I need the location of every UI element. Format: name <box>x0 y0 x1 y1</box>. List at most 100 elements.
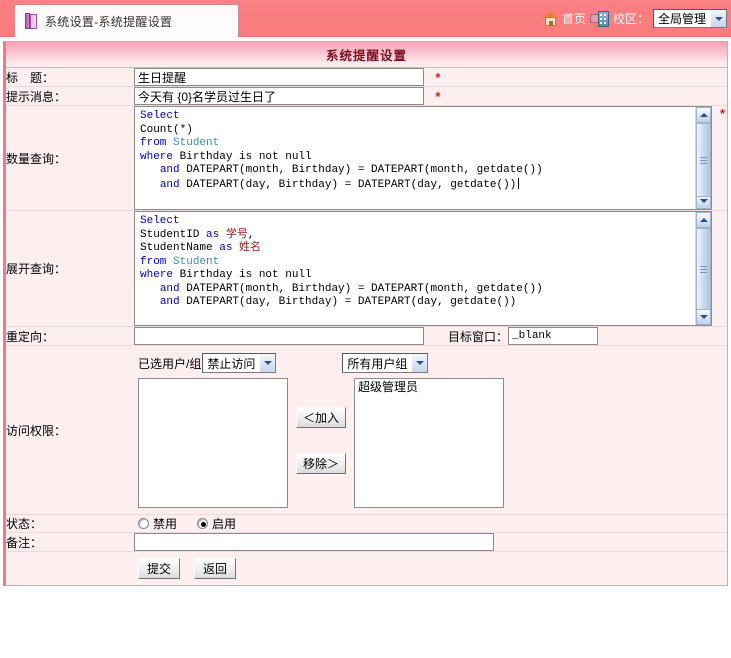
chevron-down-icon[interactable] <box>411 354 427 372</box>
remove-button[interactable]: 移除＞ <box>296 453 346 474</box>
reminder-settings-form: 标 题： * 提示消息： * 数量查询： <box>6 68 727 585</box>
permission-picker-body: ＜加入 移除＞ 超级管理员 <box>134 378 727 508</box>
permission-picker-header: 已选用户/组 禁止访问 所有用户组 <box>134 352 727 374</box>
sql-token: as <box>206 229 219 241</box>
message-required-marker: * <box>427 89 440 104</box>
home-icon <box>542 11 559 26</box>
sql-token <box>140 296 160 308</box>
radio-circle-enable[interactable] <box>197 518 208 529</box>
count-query-label: 数量查询： <box>6 106 134 211</box>
count-query-textarea[interactable]: Select Count(*) from Student where Birth… <box>134 106 712 210</box>
message-input[interactable] <box>134 87 424 105</box>
chevron-down-icon[interactable] <box>710 10 726 27</box>
selected-users-listbox[interactable] <box>138 378 288 508</box>
redirect-field-cell: 目标窗口： <box>134 327 727 346</box>
scroll-up-icon[interactable] <box>696 107 711 123</box>
grip-icon <box>700 157 707 164</box>
back-button[interactable]: 返回 <box>194 558 236 579</box>
form-row-message: 提示消息： * <box>6 87 727 106</box>
home-link[interactable]: 首页 <box>542 10 586 27</box>
active-tab-label: 系统设置-系统提醒设置 <box>45 13 172 30</box>
count-query-code: Select Count(*) from Student where Birth… <box>135 107 711 195</box>
sql-token: DATEPART(day, Birthday) = DATEPART(day, … <box>180 296 517 308</box>
radio-circle-disable[interactable] <box>138 518 149 529</box>
scrollbar-track[interactable] <box>696 123 711 193</box>
submit-button[interactable]: 提交 <box>138 558 180 579</box>
top-bar: 系统设置-系统提醒设置 首页 校区： 全局管理 <box>0 0 731 37</box>
sql-token <box>140 179 160 191</box>
sql-token: 姓名 <box>239 242 261 254</box>
permission-picker: 已选用户/组 禁止访问 所有用户组 <box>134 346 727 514</box>
status-enable-label: 启用 <box>212 515 236 532</box>
grip-icon <box>700 266 707 273</box>
permission-action-buttons: ＜加入 移除＞ <box>288 378 354 508</box>
all-groups-value: 所有用户组 <box>343 354 411 372</box>
expand-query-textarea[interactable]: Select StudentID as 学号, StudentName as 姓… <box>134 211 712 326</box>
remark-input[interactable] <box>134 533 494 551</box>
form-row-remark: 备注： <box>6 533 727 552</box>
form-row-permission: 访问权限： 已选用户/组 禁止访问 所有用户组 <box>6 346 727 515</box>
sql-token: Student <box>173 137 219 149</box>
sql-token: , <box>248 229 255 241</box>
permission-label: 访问权限： <box>6 346 134 515</box>
sql-token: StudentID <box>140 229 206 241</box>
status-radio-disable[interactable]: 禁用 <box>138 515 177 532</box>
home-link-label: 首页 <box>562 10 586 27</box>
form-row-expand-query: 展开查询： Select StudentID as 学号, StudentNam… <box>6 211 727 327</box>
campus-select-value: 全局管理 <box>654 10 710 27</box>
scroll-up-icon[interactable] <box>696 212 711 228</box>
add-button[interactable]: ＜加入 <box>296 407 346 428</box>
all-groups-select[interactable]: 所有用户组 <box>342 353 428 373</box>
permission-field-cell: 已选用户/组 禁止访问 所有用户组 <box>134 346 727 515</box>
scroll-down-icon[interactable] <box>696 309 711 325</box>
target-window-label: 目标窗口： <box>448 328 508 345</box>
expand-query-field-cell: Select StudentID as 学号, StudentName as 姓… <box>134 211 727 327</box>
campus-label: 校区： <box>613 10 649 27</box>
sql-token: Birthday is not null <box>173 269 312 281</box>
status-radio-enable[interactable]: 启用 <box>197 515 236 532</box>
campus-selector-group: 校区： <box>590 10 649 27</box>
scrollbar-thumb[interactable] <box>696 123 711 197</box>
available-groups-listbox[interactable]: 超级管理员 <box>354 378 504 508</box>
scrollbar-track[interactable] <box>696 228 711 309</box>
actions-cell: 提交 返回 <box>134 552 727 586</box>
title-required-marker: * <box>427 70 440 85</box>
target-window-input[interactable] <box>508 327 598 345</box>
scrollbar-thumb[interactable] <box>696 228 711 310</box>
campus-icon <box>590 11 610 27</box>
action-buttons: 提交 返回 <box>134 552 727 585</box>
sql-token: DATEPART(month, Birthday) = DATEPART(mon… <box>180 164 543 176</box>
form-row-title: 标 题： * <box>6 68 727 87</box>
title-field-cell: * <box>134 68 727 87</box>
list-item[interactable]: 超级管理员 <box>357 380 501 395</box>
status-label: 状态： <box>6 515 134 533</box>
page-title: 系统提醒设置 <box>326 45 407 64</box>
redirect-input[interactable] <box>134 327 424 345</box>
book-icon <box>25 13 38 29</box>
expand-query-code: Select StudentID as 学号, StudentName as 姓… <box>135 212 711 313</box>
expand-query-scrollbar[interactable] <box>695 212 711 325</box>
message-field-cell: * <box>134 87 727 106</box>
status-disable-label: 禁用 <box>153 515 177 532</box>
sql-token: from <box>140 256 173 268</box>
active-tab[interactable]: 系统设置-系统提醒设置 <box>14 4 239 37</box>
sql-token: StudentName <box>140 242 219 254</box>
sql-token: Select <box>140 110 180 122</box>
title-input[interactable] <box>134 68 424 86</box>
sql-token: Select <box>140 215 180 227</box>
sql-token <box>219 229 226 241</box>
campus-select[interactable]: 全局管理 <box>653 9 727 28</box>
sql-token: as <box>219 242 232 254</box>
count-query-scrollbar[interactable] <box>695 107 711 209</box>
count-query-required-marker: * <box>712 106 725 121</box>
sql-token <box>140 164 160 176</box>
sql-token: and <box>160 296 180 308</box>
access-mode-select[interactable]: 禁止访问 <box>202 353 276 373</box>
sql-token: and <box>160 179 180 191</box>
sql-token: 学号 <box>226 229 248 241</box>
expand-query-label: 展开查询： <box>6 211 134 327</box>
chevron-down-icon[interactable] <box>259 354 275 372</box>
status-radio-group: 禁用 启用 <box>134 515 727 532</box>
form-row-status: 状态： 禁用 启用 <box>6 515 727 533</box>
sql-token: DATEPART(day, Birthday) = DATEPART(day, … <box>180 179 517 191</box>
